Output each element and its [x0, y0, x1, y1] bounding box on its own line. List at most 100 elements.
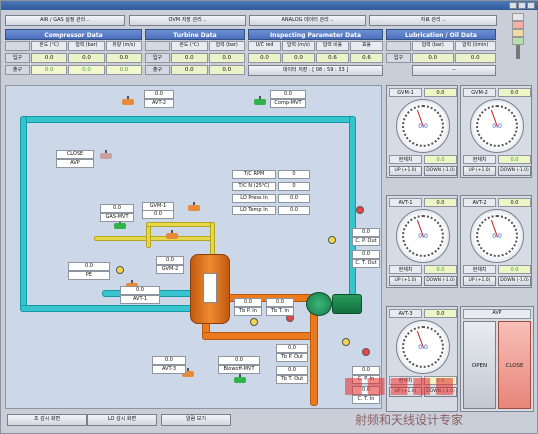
gvm2-value: 0.0 [156, 256, 184, 265]
up-button[interactable]: UP (+1.0) [389, 166, 422, 176]
up-button[interactable]: UP (+1.0) [389, 276, 422, 286]
gauge-value: 0.0 [424, 88, 457, 97]
current-label: 현재치 [389, 155, 422, 164]
title-bar [1, 1, 538, 10]
gvm1-gauge: GVM-1 0.0 0.0 현재치 0.0 UP (+1.0) DOWN (-1.0) [386, 85, 458, 178]
lubrication-data-header: Lubrication / Oil Data [386, 29, 496, 40]
value-cell: 0.0 [171, 53, 208, 63]
col-header: 온도 (℃) [31, 41, 68, 51]
down-button[interactable]: DOWN (-1.0) [498, 276, 531, 286]
gvm2-valve-icon[interactable] [166, 230, 178, 239]
blowoff-label: Blowoff-MVT [218, 365, 260, 374]
gvm1-value: 0.0 [142, 210, 174, 219]
lubrication-data-table: 압력 (bar) 압력 (l/min) 입구 0.0 0.0 -- [386, 41, 496, 76]
ctout-lamp-icon [356, 206, 364, 214]
tbtin-value: 0.0 [266, 298, 294, 307]
tbpout-label: Tb P. Out [276, 353, 308, 362]
turbine-data-table: 온도 (℃) 압력 (bar) 입구 0.0 0.0 출구 0.0 0.0 [145, 41, 245, 75]
gvm2-gauge: GVM-2 0.0 0.0 현재치 0.0 UP (+1.0) DOWN (-1.0) [460, 85, 532, 178]
value-cell: 0.0 [171, 65, 208, 75]
compmvt-label: Comp-MVT [270, 99, 306, 108]
avt2-value: 0.0 [144, 90, 174, 99]
tc-rpm-value: 0 [278, 170, 310, 179]
nav-air-gas-button[interactable]: AIR / GAS 설정 관리 .. [5, 15, 125, 26]
lo-temp-value: 0.0 [278, 206, 310, 215]
tcn-label: T/C N (25℃) [232, 182, 276, 191]
col-header: 압력 (bar) [412, 41, 454, 51]
bottom-monitor-button[interactable]: 조 감시 화면 [7, 414, 87, 426]
blowoff-valve-icon[interactable] [234, 374, 246, 383]
nav-analog-button[interactable]: ANALOG 데이터 관리 .. [249, 15, 366, 26]
left-pipe [20, 116, 27, 312]
value-cell: 0.0 [68, 65, 105, 75]
up-button[interactable]: UP (+1.0) [389, 387, 422, 397]
value-cell: 0.6 [316, 53, 349, 63]
gauge-dial-icon: 0.0 [396, 320, 450, 374]
current-label: 현재치 [389, 376, 422, 385]
col-header: 효율 [350, 41, 383, 51]
row-label: 입구 [386, 53, 411, 63]
compressor-icon [306, 292, 332, 316]
value-cell: 0.0 [208, 53, 245, 63]
down-button[interactable]: DOWN (-1.0) [424, 276, 457, 286]
tbtin-label: Tb T. In [266, 307, 294, 316]
col-header: 압력 (m/s) [282, 41, 315, 51]
gauge-value: 0.0 [498, 88, 531, 97]
inspecting-data-table: U/C red 압력 (m/s) 압력 비율 효율 0.0 0.0 0.6 0.… [248, 41, 383, 76]
bottom-lo-button[interactable]: LO 감시 화면 [87, 414, 157, 426]
corner-cell [145, 41, 170, 51]
gvm1-valve-icon[interactable] [188, 202, 200, 211]
save-data-button[interactable]: 데이터 저장 : [ 08 : 59 : 33 ] [248, 65, 383, 76]
comp-mvt-valve-icon[interactable] [254, 96, 266, 105]
up-button[interactable]: UP (+1.0) [463, 276, 496, 286]
pe-label: PE [68, 271, 110, 280]
avp-panel-title: AVP [463, 309, 531, 319]
avp-close-button[interactable]: CLOSE [498, 321, 531, 409]
gauge-dial-icon: 0.0 [470, 99, 524, 153]
minimize-button[interactable] [509, 2, 517, 9]
down-button[interactable]: DOWN (-1.0) [424, 166, 457, 176]
down-button[interactable]: DOWN (-1.0) [498, 166, 531, 176]
gasmvt-label: GAS-MVT [100, 213, 134, 222]
current-value: 0.0 [424, 265, 457, 274]
col-header: 압력 (bar) [68, 41, 105, 51]
nav-ovm-button[interactable]: OVM 저장 관리 .. [129, 15, 246, 26]
maximize-button[interactable] [518, 2, 526, 9]
avp-open-button[interactable]: OPEN [463, 321, 496, 409]
bottom-alarm-button[interactable]: 알람 보기 [161, 414, 231, 426]
avt2-valve-icon[interactable] [122, 96, 134, 105]
turbocharger-icon [190, 254, 230, 324]
lubrication-extra-button[interactable]: -- [412, 65, 496, 76]
avt3-gauge: AVT-3 0.0 0.0 현재치 0.0 UP (+1.0) DOWN (-1.0) [386, 306, 458, 412]
avp-label: AVP [56, 159, 94, 168]
value-cell: 0.0 [282, 53, 315, 63]
avp-valve-icon[interactable] [100, 150, 112, 159]
avp-state: CLOSE [56, 150, 94, 159]
gas-pipe [94, 236, 214, 241]
current-value: 0.0 [424, 155, 457, 164]
nav-data-button[interactable]: 자료 관리 .. [369, 15, 497, 26]
col-header: 압력 (bar) [208, 41, 245, 51]
down-button[interactable]: DOWN (-1.0) [424, 387, 457, 397]
top-pipe [20, 116, 356, 123]
dial-value: 0.0 [418, 344, 428, 351]
ctin-lamp-icon [362, 348, 370, 356]
dial-value: 0.0 [418, 233, 428, 240]
value-cell: 0.0 [68, 53, 105, 63]
current-label: 현재치 [389, 265, 422, 274]
value-cell: 0.0 [31, 65, 68, 75]
gauge-name: GVM-1 [389, 88, 422, 97]
tbpout-value: 0.0 [276, 344, 308, 353]
watermark-text: 射频和天线设计专家 [355, 413, 464, 427]
close-button[interactable] [527, 2, 535, 9]
value-cell: 0.6 [350, 53, 383, 63]
tcn-value: 0 [278, 182, 310, 191]
turbine-data-header: Turbine Data [145, 29, 245, 40]
up-button[interactable]: UP (+1.0) [463, 166, 496, 176]
compressor-data-table: 온도 (℃) 압력 (bar) 유량 (m/s) 입구 0.0 0.0 0.0 … [5, 41, 142, 75]
process-diagram: 0.0 AVT-2 0.0 Comp-MVT CLOSE AVP GVM-1 0… [5, 85, 382, 409]
value-cell: 0.0 [31, 53, 68, 63]
cpin-value: 0.0 [352, 366, 380, 375]
row-label: 입구 [145, 53, 170, 63]
tbpin-label: Tb P. In [234, 307, 262, 316]
